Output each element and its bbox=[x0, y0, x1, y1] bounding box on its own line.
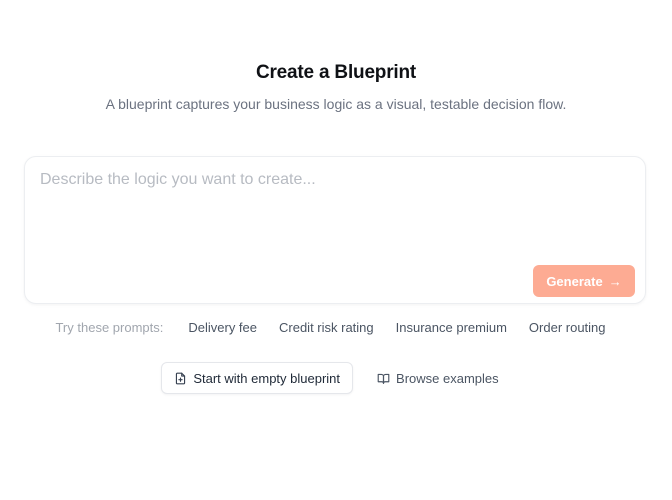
prompt-input[interactable] bbox=[40, 171, 630, 261]
prompt-chip-delivery-fee[interactable]: Delivery fee bbox=[177, 320, 268, 335]
prompt-chip-insurance-premium[interactable]: Insurance premium bbox=[385, 320, 518, 335]
book-open-icon bbox=[377, 372, 390, 385]
start-empty-blueprint-label: Start with empty blueprint bbox=[193, 370, 341, 386]
browse-examples-label: Browse examples bbox=[396, 370, 499, 386]
prompt-chip-order-routing[interactable]: Order routing bbox=[518, 320, 617, 335]
generate-button-label: Generate bbox=[546, 273, 603, 289]
suggested-prompts-label: Try these prompts: bbox=[55, 320, 164, 335]
secondary-actions: Start with empty blueprint Browse exampl… bbox=[0, 362, 672, 394]
generate-button[interactable]: Generate → bbox=[533, 265, 635, 297]
browse-examples-button[interactable]: Browse examples bbox=[365, 362, 511, 394]
page-subtitle: A blueprint captures your business logic… bbox=[105, 96, 567, 112]
suggested-prompts: Try these prompts: Delivery fee Credit r… bbox=[0, 320, 672, 335]
page-title: Create a Blueprint bbox=[255, 62, 417, 83]
start-empty-blueprint-button[interactable]: Start with empty blueprint bbox=[161, 362, 354, 394]
prompt-chip-credit-risk-rating[interactable]: Credit risk rating bbox=[268, 320, 385, 335]
prompt-card: Generate → bbox=[24, 156, 646, 304]
arrow-right-icon: → bbox=[608, 273, 622, 289]
file-plus-icon bbox=[174, 372, 187, 385]
create-blueprint-page: Create a Blueprint A blueprint captures … bbox=[0, 0, 672, 500]
